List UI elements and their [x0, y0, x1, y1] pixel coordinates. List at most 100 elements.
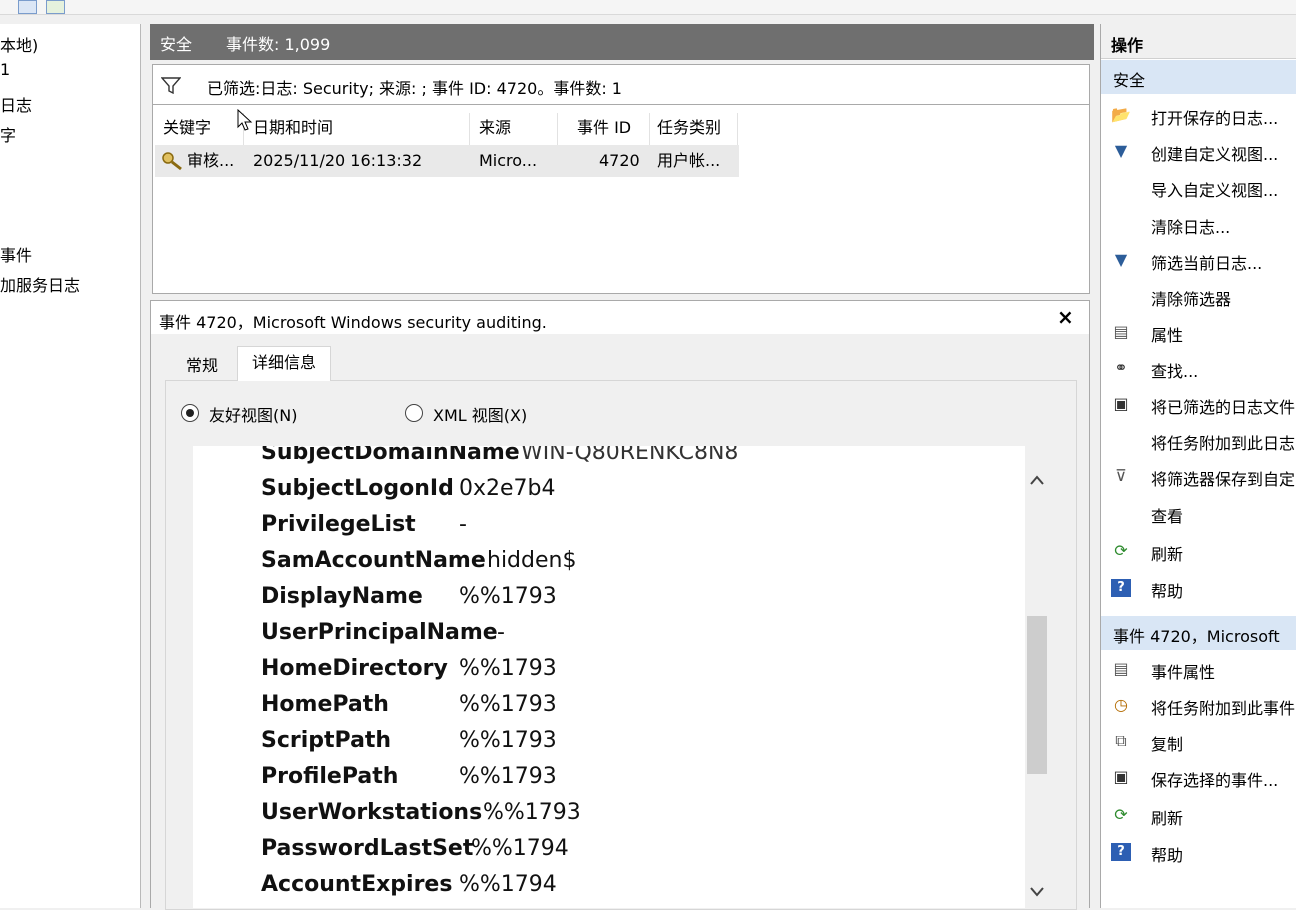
tree-item-1[interactable]: 1 [0, 60, 10, 79]
properties-icon: ▤ [1113, 322, 1129, 341]
action-help-event[interactable]: ? 帮助 [1101, 835, 1296, 869]
action-find[interactable]: ⚭ 查找... [1101, 351, 1296, 385]
action-save-filter[interactable]: ⊽ 将筛选器保存到自定 [1101, 459, 1296, 493]
save-icon: ▣ [1113, 767, 1129, 786]
tree-item-service-logs[interactable]: 加服务日志 [0, 272, 80, 296]
help-icon: ? [1111, 843, 1131, 861]
prop-value: %%1793 [459, 692, 557, 717]
properties-icon: ▤ [1113, 659, 1129, 678]
prop-name: AccountExpires [261, 872, 453, 897]
action-create-custom-view[interactable]: ▼ 创建自定义视图... [1101, 134, 1296, 168]
folder-open-icon: 📂 [1111, 105, 1131, 124]
prop-name: SamAccountName [261, 548, 486, 573]
mouse-cursor-icon [237, 109, 253, 131]
column-header-event-id[interactable]: 事件 ID [577, 113, 631, 143]
action-clear-log[interactable]: 清除日志... [1101, 207, 1296, 241]
actions-section-label: 安全 [1113, 71, 1146, 90]
filter-icon: ▼ [1114, 141, 1128, 160]
action-open-saved-log[interactable]: 📂 打开保存的日志... [1101, 98, 1296, 132]
tree-item-4[interactable]: 字 [0, 122, 16, 146]
log-header: 安全 事件数: 1,099 [150, 24, 1094, 60]
actions-section-event-label: 事件 4720，Microsoft [1113, 627, 1280, 646]
toolbar [0, 0, 1296, 15]
action-save-selected-events[interactable]: ▣ 保存选择的事件... [1101, 760, 1296, 794]
prop-value: %%1794 [459, 872, 557, 897]
prop-value: %%1794 [471, 836, 569, 861]
prop-name: UserWorkstations [261, 800, 483, 825]
prop-value: hidden$ [487, 548, 577, 573]
action-clear-filter[interactable]: 清除筛选器 [1101, 279, 1296, 313]
tab-details[interactable]: 详细信息 [237, 346, 331, 381]
action-filter-current-log[interactable]: ▼ 筛选当前日志... [1101, 243, 1296, 277]
prop-value: WIN-Q80RENKC8N8 [521, 446, 739, 465]
column-header-source[interactable]: 来源 [479, 113, 511, 143]
event-detail-header: 事件 4720，Microsoft Windows security audit… [150, 300, 1090, 335]
prop-name: SubjectLogonId [261, 476, 454, 501]
tree-item-local[interactable]: 本地) [0, 32, 38, 56]
action-event-properties[interactable]: ▤ 事件属性 [1101, 652, 1296, 686]
action-refresh-event[interactable]: ⟳ 刷新 [1101, 798, 1296, 832]
help-icon: ? [1111, 579, 1131, 597]
prop-value: 0x2e7b4 [459, 476, 556, 501]
copy-icon: ⧉ [1115, 731, 1127, 750]
event-detail-title: 事件 4720，Microsoft Windows security audit… [159, 313, 547, 332]
prop-value: %%1793 [459, 656, 557, 681]
cell-event-id: 4720 [599, 151, 640, 170]
toolbar-back-icon[interactable] [18, 0, 37, 14]
column-header-keyword[interactable]: 关键字 [163, 113, 211, 143]
action-help[interactable]: ? 帮助 [1101, 571, 1296, 605]
log-event-count: 事件数: 1,099 [226, 35, 331, 54]
tree-item-events[interactable]: 事件 [0, 242, 32, 266]
refresh-icon: ⟳ [1114, 805, 1128, 824]
close-icon[interactable]: × [1057, 305, 1074, 329]
scrollbar-thumb[interactable] [1027, 616, 1047, 774]
prop-name: DisplayName [261, 584, 423, 609]
prop-name: SubjectDomainName [261, 446, 520, 465]
filter-icon [161, 77, 181, 94]
cell-datetime: 2025/11/20 16:13:32 [253, 151, 423, 170]
event-list: 关键字 日期和时间 来源 事件 ID 任务类别 审核... 2025/11/20… [152, 104, 1090, 294]
action-copy[interactable]: ⧉ 复制 [1101, 724, 1296, 758]
actions-section-security[interactable]: 安全 [1101, 60, 1296, 94]
log-title: 安全 [160, 35, 193, 54]
cell-keyword: 审核... [187, 151, 235, 170]
scroll-up-icon[interactable] [1029, 474, 1045, 486]
toolbar-view-icon[interactable] [46, 0, 65, 14]
radio-xml-view[interactable] [405, 404, 423, 422]
action-save-filtered-log[interactable]: ▣ 将已筛选的日志文件 [1101, 387, 1296, 421]
prop-value: %%1793 [459, 728, 557, 753]
scroll-down-icon[interactable] [1029, 886, 1045, 898]
cell-task-category: 用户帐... [657, 151, 721, 170]
radio-friendly-label[interactable]: 友好视图(N) [209, 402, 297, 426]
audit-key-icon [162, 152, 182, 171]
action-attach-task-to-log[interactable]: 将任务附加到此日志 [1101, 423, 1296, 457]
action-refresh[interactable]: ⟳ 刷新 [1101, 534, 1296, 568]
actions-section-event[interactable]: 事件 4720，Microsoft [1101, 616, 1296, 650]
table-row[interactable]: 审核... 2025/11/20 16:13:32 Micro... 4720 … [155, 145, 739, 177]
event-data-pane: SubjectDomainName WIN-Q80RENKC8N8 Subjec… [193, 446, 1025, 908]
column-header-task-category[interactable]: 任务类别 [657, 113, 721, 143]
column-header-datetime[interactable]: 日期和时间 [253, 113, 333, 143]
filter-save-icon: ⊽ [1115, 466, 1127, 485]
details-scrollbar[interactable] [1025, 446, 1049, 908]
actions-title: 操作 [1111, 36, 1144, 55]
tree-item-logs[interactable]: 日志 [0, 92, 32, 116]
filter-description: 已筛选:日志: Security; 来源: ; 事件 ID: 4720。事件数:… [207, 79, 622, 98]
prop-value: %%1793 [483, 800, 581, 825]
save-icon: ▣ [1113, 394, 1129, 413]
prop-name: ProfilePath [261, 764, 399, 789]
filter-bar: 已筛选:日志: Security; 来源: ; 事件 ID: 4720。事件数:… [152, 64, 1090, 105]
actions-pane: 操作 安全 📂 打开保存的日志... ▼ 创建自定义视图... 导入自定义视图.… [1100, 24, 1296, 908]
action-properties[interactable]: ▤ 属性 [1101, 315, 1296, 349]
action-import-custom-view[interactable]: 导入自定义视图... [1101, 170, 1296, 204]
radio-xml-label[interactable]: XML 视图(X) [433, 402, 527, 426]
action-view[interactable]: 查看 [1101, 496, 1296, 530]
action-attach-task-to-event[interactable]: ◷ 将任务附加到此事件 [1101, 688, 1296, 722]
binoculars-icon: ⚭ [1114, 358, 1128, 377]
prop-name: HomeDirectory [261, 656, 448, 681]
task-icon: ◷ [1114, 695, 1128, 714]
prop-value: %%1793 [459, 764, 557, 789]
prop-name: UserPrincipalName [261, 620, 498, 645]
radio-friendly-view[interactable] [181, 404, 199, 422]
tab-general[interactable]: 常规 [167, 348, 237, 380]
